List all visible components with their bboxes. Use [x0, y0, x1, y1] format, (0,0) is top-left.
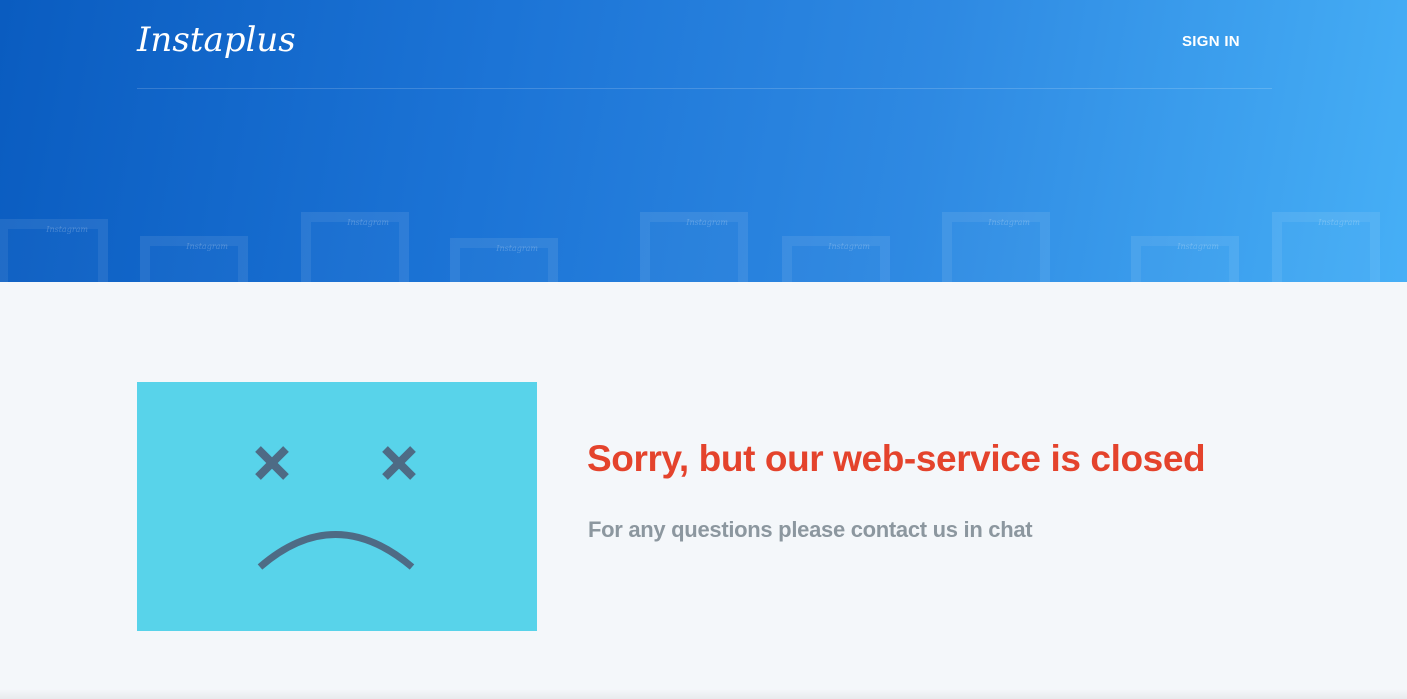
decor-frame-label: Instagram	[186, 242, 228, 251]
decor-frame-label: Instagram	[988, 218, 1030, 227]
decor-frame: Instagram	[450, 238, 558, 282]
decor-frame: Instagram	[782, 236, 890, 282]
decor-frame: Instagram	[0, 219, 108, 282]
decor-frame: Instagram	[1131, 236, 1239, 282]
decor-frame: Instagram	[1272, 212, 1380, 282]
frown-mouth	[257, 531, 415, 570]
decor-frame-label: Instagram	[1177, 242, 1219, 251]
sad-face-icon	[255, 446, 416, 570]
logo[interactable]: Instaplus	[137, 12, 296, 68]
closed-title: Sorry, but our web-service is closed	[587, 438, 1206, 479]
decor-frame-label: Instagram	[1318, 218, 1360, 227]
contact-subtitle: For any questions please contact us in c…	[588, 517, 1033, 542]
decor-frame: Instagram	[942, 212, 1050, 282]
sad-face-illustration	[137, 382, 537, 631]
decor-frame: Instagram	[640, 212, 748, 282]
decor-frame-label: Instagram	[496, 244, 538, 253]
sign-in-link[interactable]: SIGN IN	[1182, 33, 1240, 50]
decor-frame-label: Instagram	[347, 218, 389, 227]
decor-frame-label: Instagram	[46, 225, 88, 234]
header-divider	[137, 88, 1272, 89]
decor-frame-label: Instagram	[828, 242, 870, 251]
decor-frame-label: Instagram	[686, 218, 728, 227]
decor-frame: Instagram	[301, 212, 409, 282]
footer-shadow	[0, 689, 1407, 699]
decor-frame: Instagram	[140, 236, 248, 282]
hero-header: Instagram Instagram Instagram Instagram …	[0, 0, 1407, 282]
